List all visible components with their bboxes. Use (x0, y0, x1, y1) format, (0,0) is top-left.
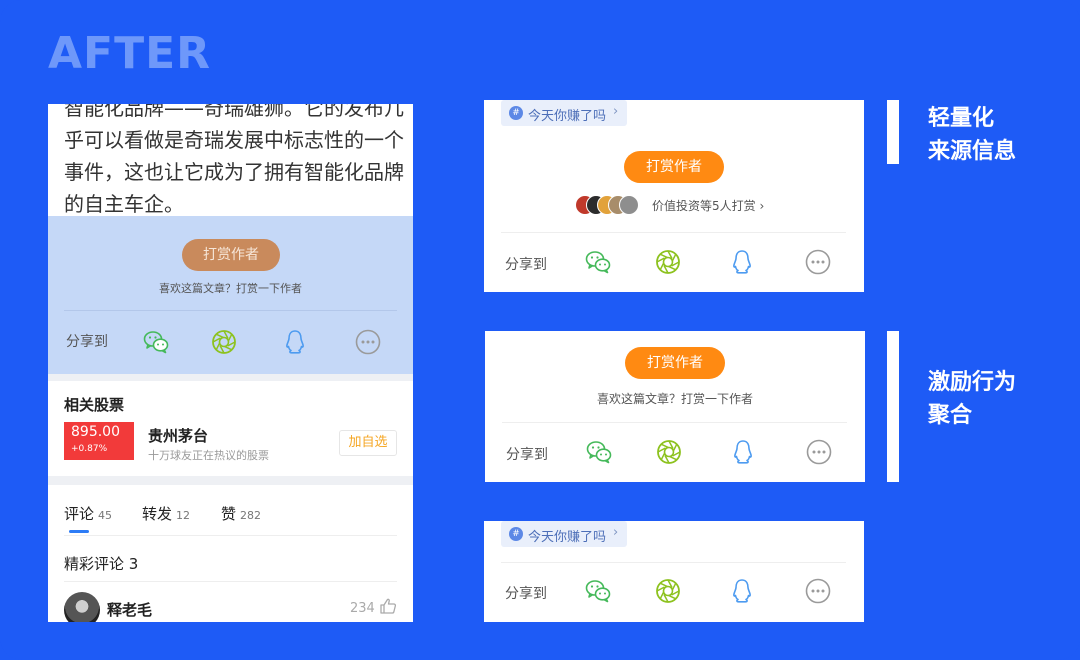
chevron-right-icon: › (613, 525, 619, 540)
tab-count: 45 (98, 509, 113, 522)
divider (501, 232, 846, 233)
share-label: 分享到 (506, 447, 548, 463)
qq-icon[interactable] (728, 248, 756, 276)
wechat-icon[interactable] (142, 328, 170, 356)
qq-icon[interactable] (281, 328, 309, 356)
wechat-icon[interactable] (584, 248, 612, 276)
tab-likes[interactable]: 赞 282 (221, 503, 261, 524)
stock-change: +0.87% (71, 444, 108, 454)
like-icon[interactable] (379, 597, 397, 615)
hash-icon: # (509, 106, 523, 120)
moments-icon[interactable] (654, 577, 682, 605)
tab-active-indicator (69, 530, 89, 533)
label-bar (887, 100, 899, 164)
divider (64, 581, 397, 582)
moments-icon[interactable] (654, 248, 682, 276)
tab-label: 转发 (142, 505, 173, 523)
supporter-avatars[interactable] (575, 195, 645, 215)
article-text: 智能化品牌——奇瑞雄狮。它的发布几乎可以看做是奇瑞发展中标志性的一个事件，这也让… (64, 104, 404, 216)
reward-author-button[interactable]: 打赏作者 (625, 347, 725, 379)
qq-icon[interactable] (729, 438, 757, 466)
divider (502, 422, 847, 423)
label-bar (887, 331, 899, 482)
card-reward-aggregate: 打赏作者 喜欢这篇文章？打赏一下作者 分享到 (485, 331, 865, 482)
reward-author-button[interactable]: 打赏作者 (624, 151, 724, 183)
card-light-source: # 今天你赚了吗 › 打赏作者 价值投资等5人打赏 › 分享到 (484, 100, 864, 292)
stock-price: 895.00 (71, 424, 120, 440)
divider (64, 535, 397, 536)
qq-icon[interactable] (728, 577, 756, 605)
supporters-label: 价值投资等5人打赏 (652, 199, 756, 213)
comment-author[interactable]: 释老毛 (107, 599, 152, 620)
tab-comments[interactable]: 评论 45 (64, 503, 112, 524)
wechat-icon[interactable] (585, 438, 613, 466)
card-source-share: # 今天你赚了吗 › 分享到 (484, 521, 864, 622)
more-icon[interactable] (805, 438, 833, 466)
source-tag-label: 今天你赚了吗 (528, 530, 607, 545)
reward-hint: 喜欢这篇文章？打赏一下作者 (596, 392, 753, 406)
reward-author-button[interactable]: 打赏作者 (182, 239, 280, 271)
moments-icon[interactable] (210, 328, 238, 356)
tab-count: 12 (176, 509, 191, 522)
related-stocks-title: 相关股票 (64, 396, 125, 414)
avatar (619, 195, 639, 215)
tab-label: 赞 (221, 505, 237, 523)
annotation-reward-aggregate: 激励行为 聚合 (928, 370, 1017, 428)
canvas: AFTER 智能化品牌——奇瑞雄狮。它的发布几乎可以看做是奇瑞发展中标志性的一个… (0, 0, 1080, 660)
chevron-right-icon: › (613, 104, 619, 119)
hash-icon: # (509, 527, 523, 541)
phone-screen: 智能化品牌——奇瑞雄狮。它的发布几乎可以看做是奇瑞发展中标志性的一个事件，这也让… (48, 104, 413, 622)
comment-like-count: 234 (350, 601, 375, 616)
article-body: 智能化品牌——奇瑞雄狮。它的发布几乎可以看做是奇瑞发展中标志性的一个事件，这也让… (48, 104, 413, 216)
source-tag[interactable]: # 今天你赚了吗 › (501, 521, 627, 547)
stock-price-badge[interactable]: 895.00 +0.87% (64, 422, 134, 460)
divider (64, 310, 397, 311)
tab-label: 评论 (64, 505, 95, 523)
tab-count: 282 (240, 509, 262, 522)
related-stocks: 相关股票 895.00 +0.87% 贵州茅台 十万球友正在热议的股票 加自选 (48, 381, 413, 476)
share-label: 分享到 (505, 586, 547, 602)
wechat-icon[interactable] (584, 577, 612, 605)
reward-section: 打赏作者 喜欢这篇文章？打赏一下作者 分享到 (48, 216, 413, 374)
reward-hint: 喜欢这篇文章？打赏一下作者 (159, 282, 302, 295)
annotation-light-source: 轻量化 来源信息 (928, 106, 1017, 164)
tab-reposts[interactable]: 转发 12 (142, 503, 190, 524)
divider (501, 562, 846, 563)
avatar[interactable] (64, 592, 100, 622)
add-watchlist-button[interactable]: 加自选 (339, 430, 397, 456)
more-icon[interactable] (804, 248, 832, 276)
source-tag-label: 今天你赚了吗 (528, 109, 607, 124)
source-tag[interactable]: # 今天你赚了吗 › (501, 100, 627, 126)
more-icon[interactable] (354, 328, 382, 356)
moments-icon[interactable] (655, 438, 683, 466)
stock-name[interactable]: 贵州茅台 (148, 425, 208, 446)
supporters-text[interactable]: 价值投资等5人打赏 › (652, 197, 764, 214)
page-title: AFTER (48, 28, 212, 79)
stock-desc: 十万球友正在热议的股票 (148, 449, 269, 462)
comments-section: 评论 45 转发 12 赞 282 精彩评论 3 释老毛 234 (48, 485, 413, 622)
more-icon[interactable] (804, 577, 832, 605)
hot-comments-title: 精彩评论 3 (64, 555, 139, 573)
share-label: 分享到 (505, 257, 547, 273)
share-label: 分享到 (66, 334, 108, 350)
